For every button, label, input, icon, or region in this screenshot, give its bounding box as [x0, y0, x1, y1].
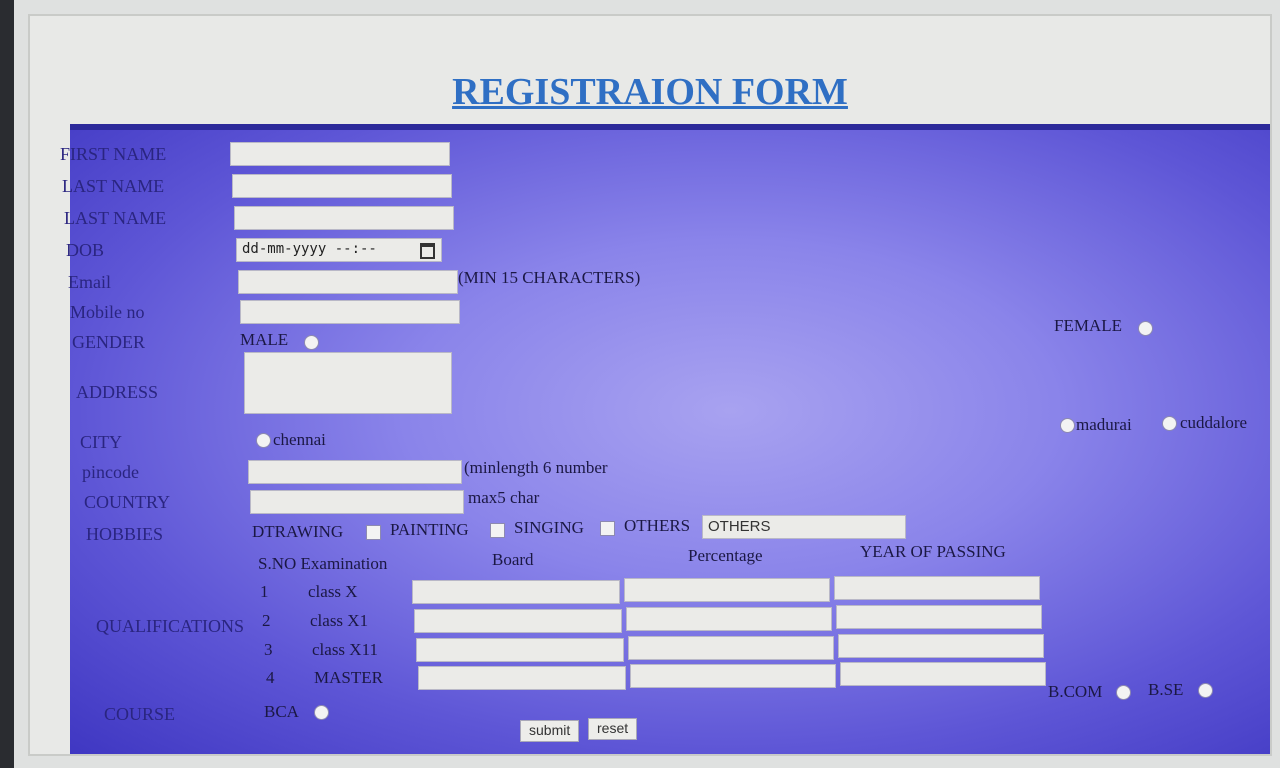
hobby-painting-label: PAINTING — [390, 520, 469, 539]
mobile-input[interactable] — [240, 300, 460, 324]
hobby-painting-checkbox[interactable] — [490, 523, 505, 538]
browser-page: REGISTRAION FORM FIRST NAME LAST NAME LA… — [28, 14, 1272, 756]
reset-button[interactable]: reset — [588, 718, 638, 740]
gender-male-label: MALE — [240, 330, 289, 349]
qual-row-2-exam: class X1 — [310, 611, 369, 630]
email-note: (MIN 15 CHARACTERS) — [458, 268, 641, 287]
qualifications-label: QUALIFICATIONS — [96, 616, 244, 636]
course-bca-label: BCA — [264, 702, 299, 721]
qual-header-percentage: Percentage — [688, 546, 763, 565]
qual-row-1-exam: class X — [308, 582, 358, 601]
first-name-label: FIRST NAME — [60, 144, 167, 164]
submit-button[interactable]: submit — [520, 720, 580, 742]
gender-male-radio[interactable] — [304, 335, 319, 350]
city-madurai-radio[interactable] — [1060, 418, 1075, 433]
calendar-icon[interactable] — [420, 243, 435, 259]
hobby-drawing-label: DTRAWING — [252, 522, 344, 541]
course-bcom-radio[interactable] — [1116, 685, 1131, 700]
pincode-input[interactable] — [248, 460, 462, 484]
qual-row-2-year[interactable] — [836, 605, 1042, 629]
country-label: COUNTRY — [84, 492, 171, 512]
city-cuddalore-radio[interactable] — [1162, 416, 1177, 431]
hobby-drawing-checkbox[interactable] — [366, 525, 381, 540]
course-bcom-label: B.COM — [1048, 682, 1103, 701]
city-chennai-radio[interactable] — [256, 433, 271, 448]
qual-row-4-board[interactable] — [418, 666, 626, 690]
hobbies-label: HOBBIES — [86, 524, 164, 544]
first-name-input[interactable] — [230, 142, 450, 166]
email-label: Email — [68, 272, 111, 292]
qual-row-2-board[interactable] — [414, 609, 622, 633]
qual-row-3-board[interactable] — [416, 638, 624, 662]
course-label: COURSE — [104, 704, 176, 724]
address-textarea[interactable] — [244, 352, 452, 414]
qual-row-3-percentage[interactable] — [628, 636, 834, 660]
country-note: max5 char — [468, 488, 540, 507]
registration-form: FIRST NAME LAST NAME LAST NAME DOB dd-mm… — [60, 124, 1270, 754]
qual-row-4-sno: 4 — [266, 668, 275, 687]
last-name-label: LAST NAME — [62, 176, 165, 196]
country-input[interactable] — [250, 490, 464, 514]
hobby-singing-checkbox[interactable] — [600, 521, 615, 536]
course-bse-label: B.SE — [1148, 680, 1184, 699]
qual-row-1-sno: 1 — [260, 582, 269, 601]
qual-row-1-percentage[interactable] — [624, 578, 830, 602]
email-input[interactable] — [238, 270, 458, 294]
dob-input[interactable]: dd-mm-yyyy --:-- — [236, 238, 442, 262]
pincode-note: (minlength 6 number — [464, 458, 608, 477]
qual-row-1-year[interactable] — [834, 576, 1040, 600]
page-title: REGISTRAION FORM — [452, 71, 848, 113]
monitor-screen: REGISTRAION FORM FIRST NAME LAST NAME LA… — [14, 0, 1280, 768]
dob-label: DOB — [66, 240, 105, 260]
qual-row-4-percentage[interactable] — [630, 664, 836, 688]
city-label: CITY — [80, 432, 122, 452]
city-cuddalore-label: cuddalore — [1180, 413, 1248, 432]
dob-placeholder: dd-mm-yyyy --:-- — [242, 241, 377, 257]
last-name-input-2[interactable] — [234, 206, 454, 230]
address-label: ADDRESS — [76, 382, 159, 402]
qual-row-4-year[interactable] — [840, 662, 1046, 686]
pincode-label: pincode — [82, 462, 139, 482]
qual-row-3-exam: class X11 — [312, 640, 378, 659]
gender-female-label: FEMALE — [1054, 316, 1122, 335]
qual-row-1-board[interactable] — [412, 580, 620, 604]
last-name-label-2: LAST NAME — [64, 208, 167, 228]
city-chennai-label: chennai — [273, 430, 326, 449]
qual-row-4-exam: MASTER — [314, 668, 383, 687]
others-input[interactable]: OTHERS — [702, 515, 906, 539]
course-bse-radio[interactable] — [1198, 683, 1213, 698]
hobby-singing-label: SINGING — [514, 518, 584, 537]
qual-row-3-sno: 3 — [264, 640, 273, 659]
last-name-input[interactable] — [232, 174, 452, 198]
gender-label: GENDER — [72, 332, 145, 352]
hobby-others-label: OTHERS — [624, 516, 691, 535]
qual-row-3-year[interactable] — [838, 634, 1044, 658]
qual-header-year: YEAR OF PASSING — [860, 542, 1006, 561]
qual-row-2-sno: 2 — [262, 611, 271, 630]
mobile-label: Mobile no — [70, 302, 145, 322]
qual-header-board: Board — [492, 550, 534, 569]
qual-row-2-percentage[interactable] — [626, 607, 832, 631]
city-madurai-label: madurai — [1076, 415, 1132, 434]
course-bca-radio[interactable] — [314, 705, 329, 720]
qual-header-sno-exam: S.NO Examination — [258, 554, 388, 573]
gender-female-radio[interactable] — [1138, 321, 1153, 336]
